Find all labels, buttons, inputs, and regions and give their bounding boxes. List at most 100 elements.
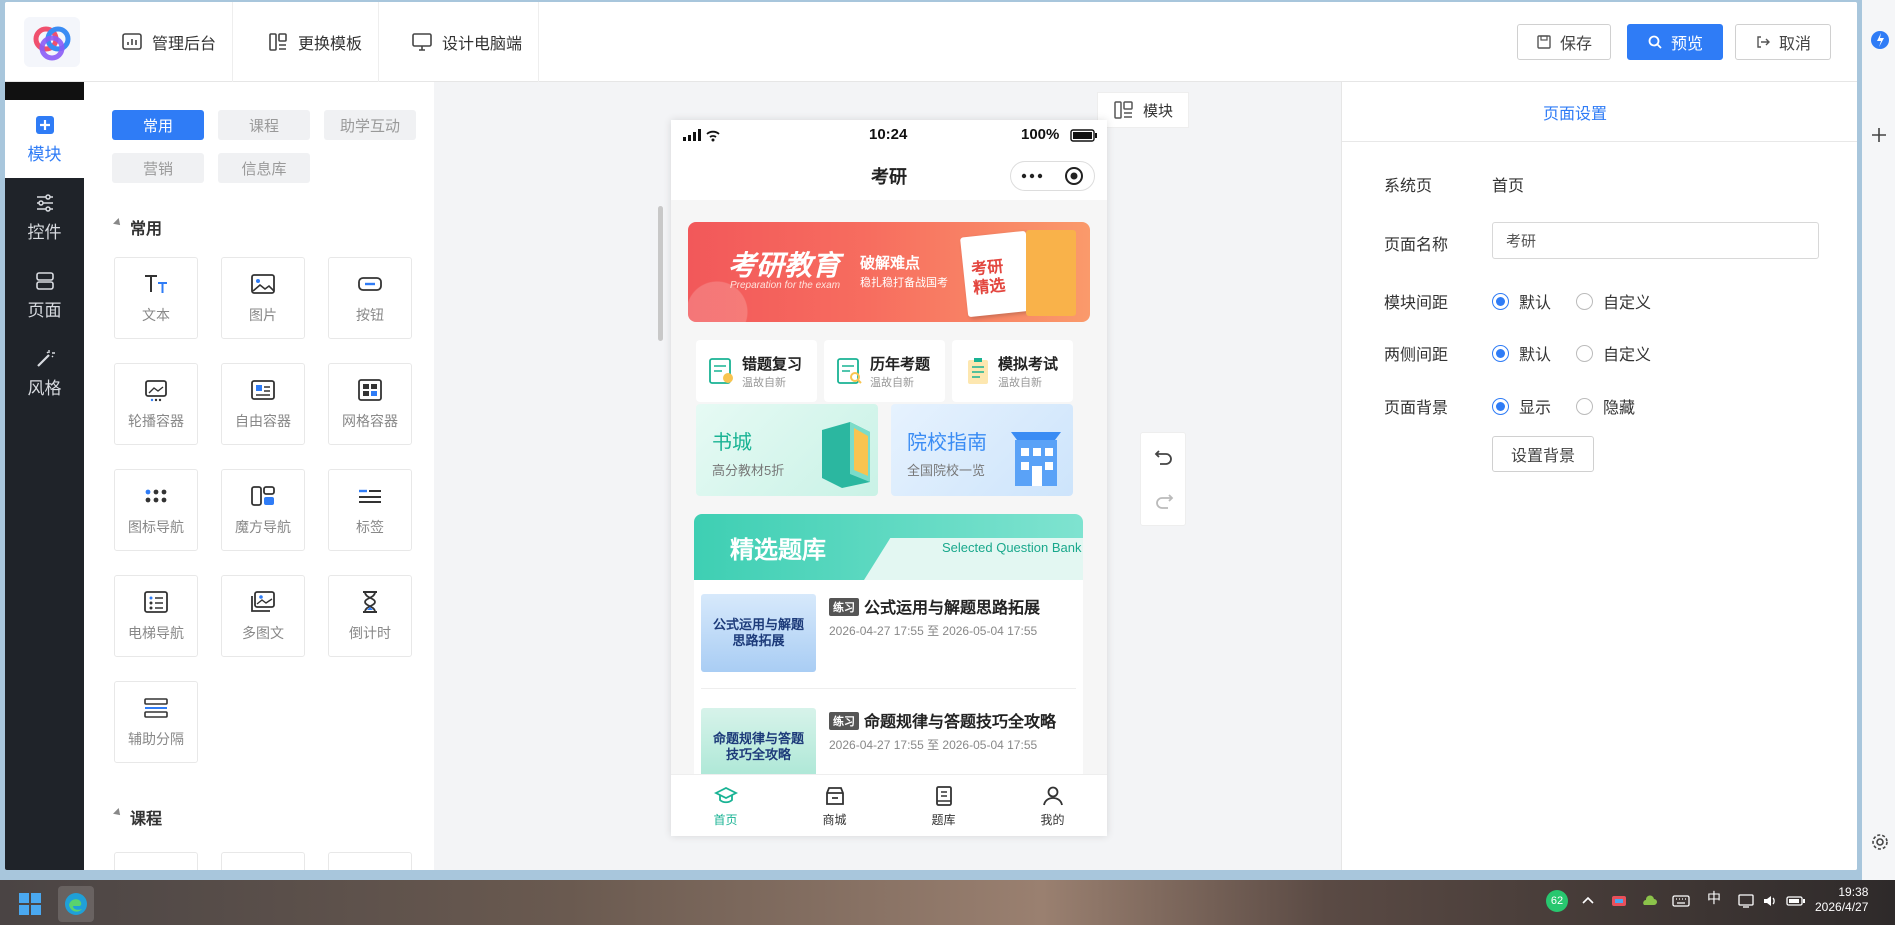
- mock-exam-icon: [968, 358, 988, 384]
- quick-card-title: 模拟考试: [998, 355, 1059, 373]
- chevron-up-icon[interactable]: [1580, 893, 1596, 909]
- add-icon[interactable]: [1870, 126, 1888, 144]
- undo-icon[interactable]: [1153, 447, 1175, 467]
- nav-design-pc[interactable]: 设计电脑端: [395, 2, 540, 82]
- tab-me[interactable]: 我的: [998, 775, 1107, 836]
- volume-icon[interactable]: [1762, 893, 1778, 909]
- tab-mall[interactable]: 商城: [780, 775, 889, 836]
- component-divider[interactable]: 辅助分隔: [114, 681, 198, 763]
- notification-badge[interactable]: 62: [1546, 890, 1568, 912]
- component-text[interactable]: 文本: [114, 257, 198, 339]
- tab-home[interactable]: 首页: [671, 775, 780, 836]
- wrong-review-icon: [709, 358, 733, 384]
- component-carousel[interactable]: 轮播容器: [114, 363, 198, 445]
- icon-nav-icon: [145, 489, 167, 503]
- thumb-line-2: 技巧全攻略: [725, 747, 791, 762]
- keyboard-icon[interactable]: [1672, 893, 1690, 909]
- background-show-radio[interactable]: 显示: [1492, 394, 1551, 418]
- component-elevator-nav[interactable]: 电梯导航: [114, 575, 198, 657]
- quick-card-wrong-review[interactable]: 错题复习 温故自新: [696, 340, 817, 402]
- tab-marketing[interactable]: 营销: [112, 153, 204, 183]
- tab-common[interactable]: 常用: [112, 110, 204, 140]
- tab-interaction[interactable]: 助学互动: [324, 110, 416, 140]
- sidebar-item-modules[interactable]: 模块: [5, 100, 84, 178]
- tab-question-bank[interactable]: 题库: [889, 775, 998, 836]
- monitor-icon: [412, 33, 432, 51]
- component-label: 电梯导航: [128, 625, 184, 641]
- component-button[interactable]: 按钮: [328, 257, 412, 339]
- component-grid-container[interactable]: 网格容器: [328, 363, 412, 445]
- save-icon: [1537, 35, 1551, 49]
- sidebar-item-controls[interactable]: 控件: [5, 178, 84, 256]
- question-bank-title: 精选题库: [730, 537, 826, 564]
- radio-label: 隐藏: [1603, 400, 1636, 417]
- component-label: 辅助分隔: [128, 731, 184, 747]
- module-toggle-button[interactable]: 模块: [1097, 92, 1189, 128]
- component-course-1[interactable]: [114, 852, 198, 870]
- component-countdown[interactable]: 倒计时: [328, 575, 412, 657]
- settings-title[interactable]: 页面设置: [1342, 82, 1857, 142]
- component-tag[interactable]: 标签: [328, 469, 412, 551]
- collapse-triangle-icon[interactable]: [113, 808, 123, 818]
- shop-icon: [825, 786, 844, 805]
- question-date: 2026-04-27 17:55 至 2026-05-04 17:55: [829, 624, 1038, 638]
- more-dots-icon[interactable]: [1021, 173, 1043, 179]
- quick-card-title: 错题复习: [742, 355, 803, 373]
- canvas-scrollbar[interactable]: [658, 206, 663, 341]
- nav-change-template-label: 更换模板: [298, 36, 363, 53]
- nav-change-template[interactable]: 更换模板: [251, 2, 380, 82]
- component-icon-nav[interactable]: 图标导航: [114, 469, 198, 551]
- page-settings-panel: 页面设置 系统页 首页 页面名称 考研 模块间距 默认 自定义 两侧间距 默认 …: [1341, 82, 1857, 870]
- page-background-label: 页面背景: [1384, 400, 1449, 417]
- tray-app-icon[interactable]: [1610, 892, 1628, 910]
- clock-time: 19:38: [1838, 885, 1869, 899]
- elevator-nav-icon: [144, 591, 168, 613]
- tray-cloud-icon[interactable]: [1640, 892, 1658, 910]
- page-name-input[interactable]: 考研: [1492, 222, 1819, 259]
- component-course-3[interactable]: [328, 852, 412, 870]
- pages-icon: [35, 271, 54, 290]
- phone-preview[interactable]: 10:24 100% 考研 考研教育 Preparation for the e…: [671, 120, 1107, 836]
- card-title: 书城: [712, 432, 752, 454]
- app-logo[interactable]: [24, 17, 80, 67]
- component-image[interactable]: 图片: [221, 257, 305, 339]
- question-title-text: 命题规律与答题技巧全攻略: [864, 714, 1057, 731]
- tab-course[interactable]: 课程: [218, 110, 310, 140]
- gear-icon[interactable]: [1870, 832, 1890, 852]
- component-cube-nav[interactable]: 魔方导航: [221, 469, 305, 551]
- save-button[interactable]: 保存: [1517, 24, 1611, 60]
- question-item[interactable]: 公式运用与解题 思路拓展 练习 公式运用与解题思路拓展 2026-04-27 17…: [701, 580, 1076, 680]
- module-gap-custom-radio[interactable]: 自定义: [1576, 289, 1651, 313]
- card-school-guide[interactable]: 院校指南 全国院校一览: [891, 404, 1073, 496]
- ime-indicator[interactable]: 中: [1707, 888, 1721, 908]
- card-bookstore[interactable]: 书城 高分教材5折: [696, 404, 878, 496]
- copilot-icon[interactable]: [1870, 28, 1890, 52]
- component-free-container[interactable]: 自由容器: [221, 363, 305, 445]
- module-gap-default-radio[interactable]: 默认: [1492, 289, 1551, 313]
- set-background-button[interactable]: 设置背景: [1492, 436, 1594, 472]
- display-icon[interactable]: [1738, 893, 1754, 909]
- background-hide-radio[interactable]: 隐藏: [1576, 394, 1635, 418]
- quick-card-mock-exam[interactable]: 模拟考试 温故自新: [952, 340, 1073, 402]
- start-button[interactable]: [12, 886, 48, 922]
- collapse-triangle-icon[interactable]: [113, 218, 123, 228]
- component-multi-article[interactable]: 多图文: [221, 575, 305, 657]
- cancel-button[interactable]: 取消: [1735, 24, 1831, 60]
- sidebar-item-style[interactable]: 风格: [5, 334, 84, 412]
- book-icon: [822, 422, 870, 488]
- edge-taskbar-button[interactable]: [58, 886, 94, 922]
- side-gap-custom-radio[interactable]: 自定义: [1576, 341, 1651, 365]
- promo-banner[interactable]: 考研教育 Preparation for the exam 破解难点 稳扎稳打备…: [688, 222, 1090, 322]
- nav-admin[interactable]: 管理后台: [105, 2, 234, 82]
- component-course-2[interactable]: [221, 852, 305, 870]
- system-clock[interactable]: 19:38 2026/4/27: [1815, 885, 1868, 915]
- redo-icon[interactable]: [1153, 491, 1175, 511]
- battery-tray-icon[interactable]: [1786, 893, 1806, 909]
- close-target-icon[interactable]: [1064, 166, 1084, 186]
- preview-button[interactable]: 预览: [1627, 24, 1723, 60]
- sidebar-item-pages[interactable]: 页面: [5, 256, 84, 334]
- tab-info-library[interactable]: 信息库: [218, 153, 310, 183]
- mini-program-capsule[interactable]: [1010, 161, 1095, 191]
- side-gap-default-radio[interactable]: 默认: [1492, 341, 1551, 365]
- quick-card-past-exams[interactable]: 历年考题 温故自新: [824, 340, 945, 402]
